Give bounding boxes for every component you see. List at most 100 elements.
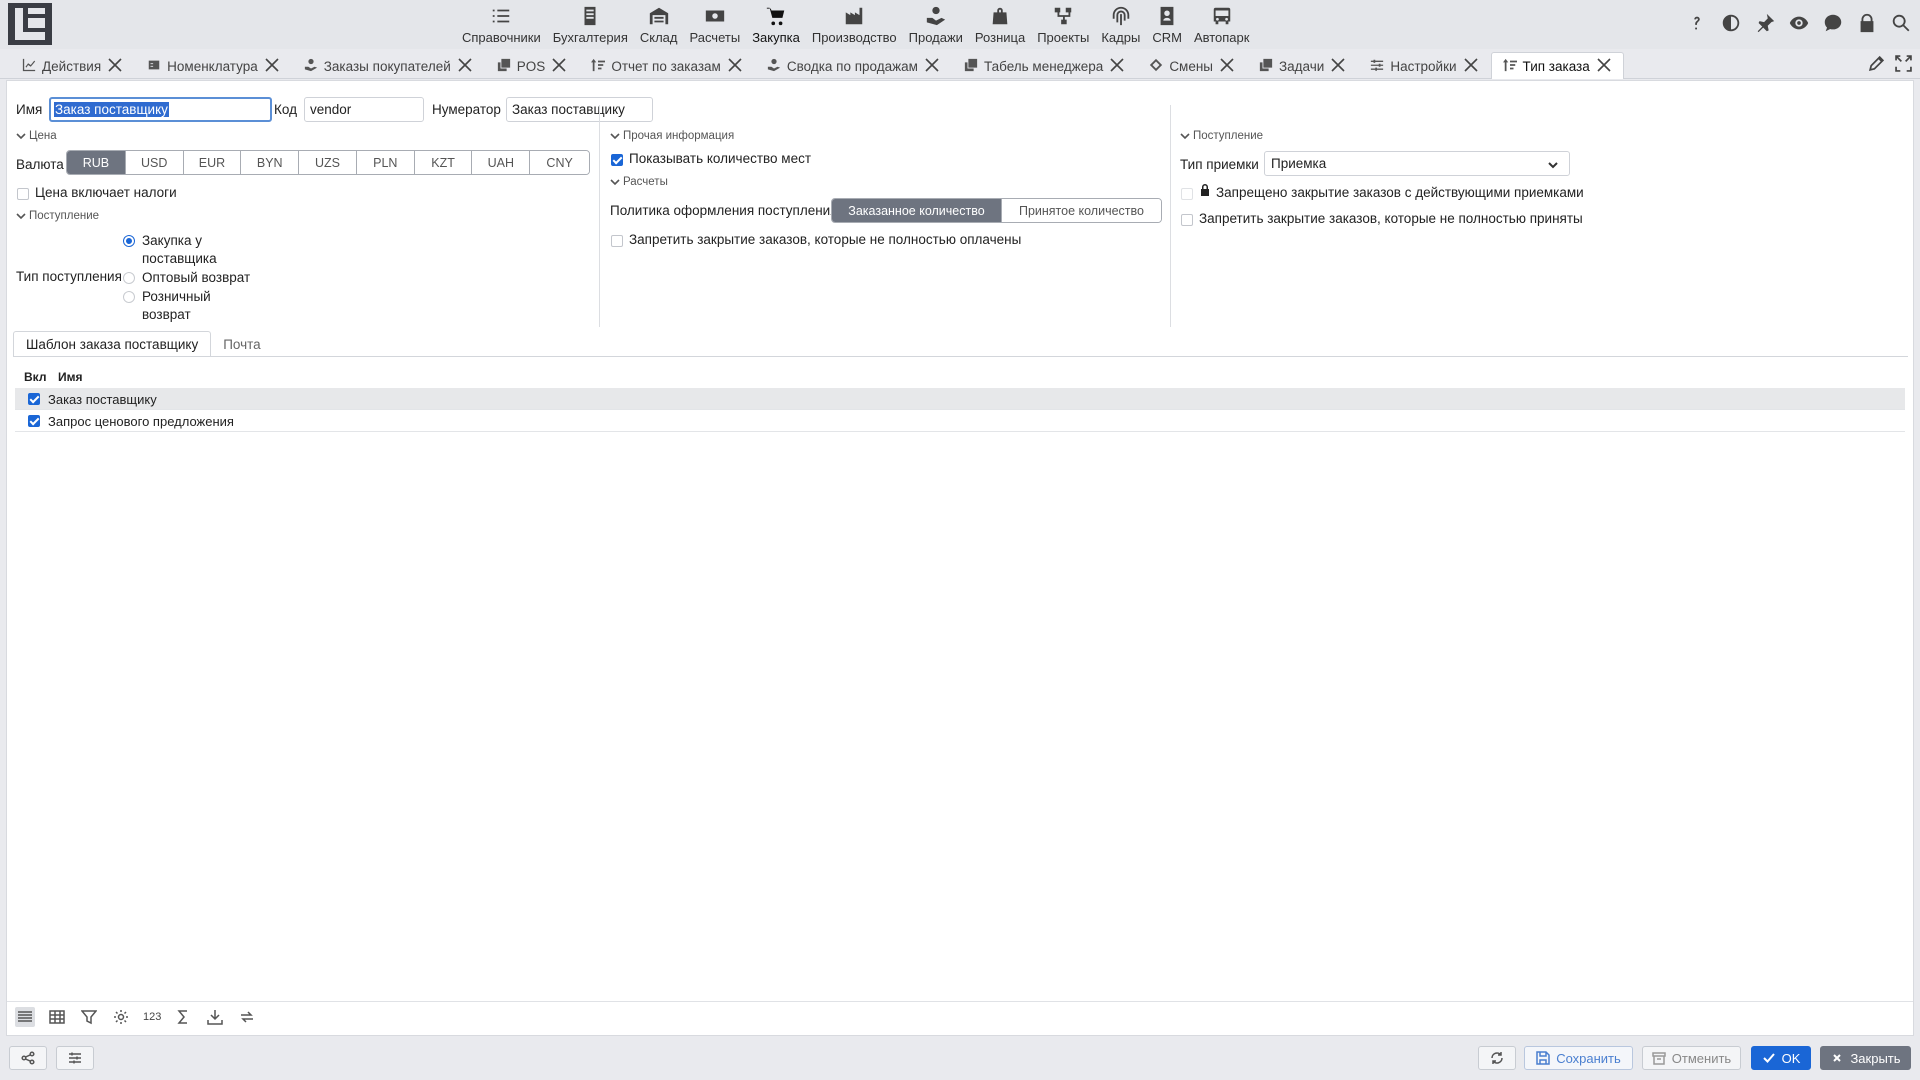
close-icon[interactable] <box>1463 57 1479 73</box>
policy-option[interactable]: Принятое количество <box>1000 199 1161 222</box>
currency-option[interactable]: BYN <box>240 151 299 174</box>
name-input-value: Заказ поставщику <box>54 102 169 117</box>
currency-option[interactable]: EUR <box>182 151 241 174</box>
row-enabled-checkbox[interactable] <box>28 393 40 405</box>
numerator-input[interactable]: Заказ поставщику <box>506 97 653 122</box>
currency-option[interactable]: UAH <box>471 151 530 174</box>
row-enabled-checkbox[interactable] <box>28 415 40 427</box>
close-icon[interactable] <box>1219 57 1235 73</box>
help-icon[interactable] <box>1686 12 1708 34</box>
tab-manager-timesheet[interactable]: Табель менеджера <box>952 52 1137 79</box>
tab-customer-orders[interactable]: Заказы покупателей <box>292 52 485 79</box>
module-fleet[interactable]: Автопарк <box>1188 0 1256 45</box>
export-button[interactable] <box>205 1007 225 1027</box>
column-header-name[interactable]: Имя <box>58 370 83 384</box>
close-icon[interactable] <box>1109 57 1125 73</box>
copy-icon <box>497 58 510 71</box>
acceptance-section-toggle[interactable]: Поступление <box>1180 130 1263 142</box>
currency-option[interactable]: UZS <box>298 151 356 174</box>
share-button[interactable] <box>9 1046 47 1070</box>
tab-nomenclature[interactable]: Номенклатура <box>135 52 292 79</box>
currency-option[interactable]: RUB <box>67 151 125 174</box>
forbid-unpaid-checkbox[interactable] <box>611 235 623 247</box>
close-icon[interactable] <box>727 57 743 73</box>
tab-pos[interactable]: POS <box>485 52 580 79</box>
chat-icon[interactable] <box>1822 12 1844 34</box>
table-row[interactable]: Запрос ценового предложения <box>15 410 1905 432</box>
module-hr[interactable]: Кадры <box>1095 0 1146 45</box>
receipt-type-radio-purchase[interactable] <box>123 235 135 247</box>
app-logo[interactable] <box>8 3 52 45</box>
fullscreen-icon[interactable] <box>1895 55 1912 72</box>
eye-icon[interactable] <box>1788 12 1810 34</box>
currency-option[interactable]: KZT <box>413 151 472 174</box>
pin-icon[interactable] <box>1754 12 1776 34</box>
grid-view-button[interactable] <box>47 1007 67 1027</box>
currency-option[interactable]: PLN <box>355 151 414 174</box>
close-icon[interactable] <box>1596 57 1612 73</box>
tab-order-template[interactable]: Шаблон заказа поставщику <box>13 331 212 357</box>
close-button[interactable]: Закрыть <box>1820 1046 1911 1070</box>
table-row[interactable]: Заказ поставщику <box>15 388 1905 410</box>
code-input[interactable]: vendor <box>304 97 424 122</box>
tab-mail[interactable]: Почта <box>211 331 273 357</box>
form-settings-button[interactable] <box>56 1046 94 1070</box>
receipt-section-toggle[interactable]: Поступление <box>16 210 99 222</box>
name-input[interactable]: Заказ поставщику <box>49 97 272 122</box>
module-references[interactable]: Справочники <box>456 0 547 45</box>
module-sales[interactable]: Продажи <box>903 0 969 45</box>
price-section-toggle[interactable]: Цена <box>16 130 57 142</box>
numbers-toggle[interactable]: 123 <box>143 1011 161 1023</box>
save-button[interactable]: Сохранить <box>1524 1046 1633 1070</box>
column-header-enabled[interactable]: Вкл <box>24 370 46 384</box>
receipt-type-radio-wholesale-return[interactable] <box>123 272 135 284</box>
close-icon[interactable] <box>1330 57 1346 73</box>
chevron-down-icon <box>610 133 620 140</box>
tab-shifts[interactable]: Смены <box>1137 52 1247 79</box>
settings-button[interactable] <box>111 1007 131 1027</box>
sum-button[interactable] <box>173 1007 193 1027</box>
tab-orders-report[interactable]: Отчет по заказам <box>579 52 755 79</box>
list-view-button[interactable] <box>15 1007 35 1027</box>
tab-sales-summary[interactable]: Сводка по продажам <box>755 52 952 79</box>
close-icon[interactable] <box>107 57 123 73</box>
search-icon[interactable] <box>1890 12 1912 34</box>
module-accounting[interactable]: Бухгалтерия <box>547 0 634 45</box>
tab-actions[interactable]: Действия <box>10 52 135 79</box>
module-label: Склад <box>639 30 678 45</box>
module-settlements[interactable]: Расчеты <box>683 0 746 45</box>
tax-included-checkbox[interactable] <box>17 188 29 200</box>
lock-icon[interactable] <box>1856 12 1878 34</box>
tab-tasks[interactable]: Задачи <box>1247 52 1358 79</box>
close-icon[interactable] <box>924 57 940 73</box>
close-icon[interactable] <box>551 57 567 73</box>
tab-settings[interactable]: Настройки <box>1358 52 1490 79</box>
module-projects[interactable]: Проекты <box>1031 0 1095 45</box>
close-icon <box>1833 1054 1842 1062</box>
module-crm[interactable]: CRM <box>1146 0 1188 45</box>
close-icon[interactable] <box>457 57 473 73</box>
edit-icon[interactable] <box>1868 55 1885 72</box>
ok-button[interactable]: OK <box>1751 1046 1811 1070</box>
module-production[interactable]: Производство <box>806 0 903 45</box>
reload-button[interactable] <box>1478 1046 1516 1070</box>
cancel-button[interactable]: Отменить <box>1642 1046 1741 1070</box>
tab-order-type[interactable]: Тип заказа <box>1490 52 1624 79</box>
filter-button[interactable] <box>79 1007 99 1027</box>
receipt-type-radio-retail-return[interactable] <box>123 291 135 303</box>
policy-option[interactable]: Заказанное количество <box>832 199 1001 222</box>
settlements-section-toggle[interactable]: Расчеты <box>610 176 668 188</box>
currency-option[interactable]: CNY <box>529 151 589 174</box>
other-info-section-toggle[interactable]: Прочая информация <box>610 130 734 142</box>
module-purchase[interactable]: Закупка <box>746 0 806 45</box>
module-warehouse[interactable]: Склад <box>634 0 684 45</box>
module-retail[interactable]: Розница <box>969 0 1031 45</box>
close-icon[interactable] <box>264 57 280 73</box>
show-places-checkbox[interactable] <box>611 154 623 166</box>
refresh-table-button[interactable] <box>237 1007 257 1027</box>
tab-label: Заказы покупателей <box>323 58 451 74</box>
forbid-not-accepted-checkbox[interactable] <box>1181 214 1193 226</box>
acceptance-type-select[interactable]: Приемка <box>1264 151 1570 176</box>
contrast-icon[interactable] <box>1720 12 1742 34</box>
currency-option[interactable]: USD <box>124 151 183 174</box>
